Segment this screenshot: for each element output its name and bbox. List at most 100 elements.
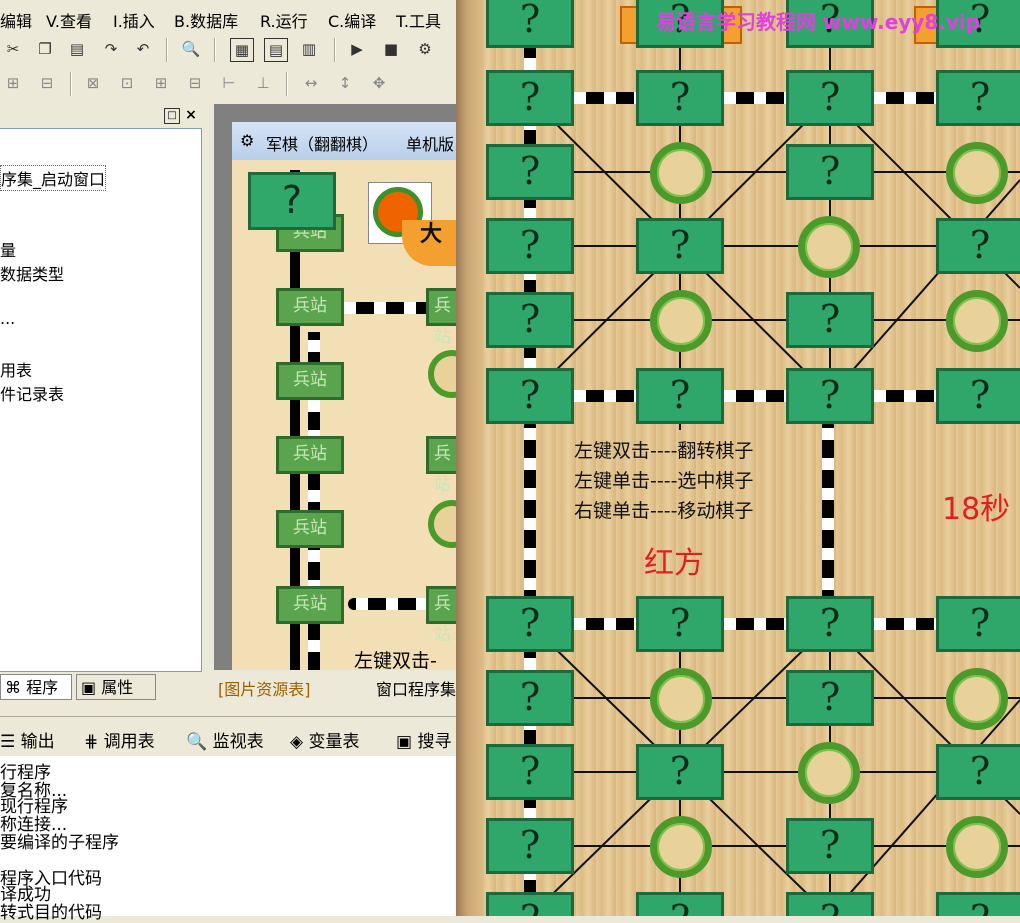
align-middle-icon[interactable]: ⊡ <box>116 72 138 94</box>
station-piece[interactable]: 兵站 <box>276 586 344 624</box>
unknown-piece[interactable]: ? <box>936 368 1020 424</box>
unknown-piece[interactable]: ? <box>486 744 574 800</box>
tree-item[interactable]: ... <box>0 309 15 328</box>
unknown-piece[interactable]: ? <box>936 744 1020 800</box>
unknown-piece[interactable]: ? <box>936 892 1020 916</box>
camp[interactable] <box>946 142 1008 204</box>
copy-icon[interactable]: ❐ <box>34 38 56 60</box>
tab-watch[interactable]: 🔍 监视表 <box>186 727 264 752</box>
unknown-piece[interactable]: ? <box>486 144 574 200</box>
unknown-piece[interactable]: ? <box>486 818 574 874</box>
hint-right-click: 右键单击----移动棋子 <box>574 500 754 522</box>
station-piece[interactable]: 兵站 <box>426 586 456 645</box>
tab-output[interactable]: ☰ 输出 <box>0 727 55 752</box>
unknown-piece[interactable]: ? <box>486 596 574 652</box>
station-piece[interactable]: 兵站 <box>276 288 344 326</box>
unknown-piece[interactable]: ? <box>636 368 724 424</box>
station-piece[interactable]: 兵站 <box>276 436 344 474</box>
layout1-icon[interactable]: ▦ <box>230 38 254 62</box>
center-icon[interactable]: ✥ <box>368 72 390 94</box>
unknown-piece[interactable]: ? <box>786 368 874 424</box>
undo-icon[interactable]: ↶ <box>132 38 154 60</box>
unknown-piece[interactable]: ? <box>936 596 1020 652</box>
unknown-piece[interactable]: ? <box>248 172 336 230</box>
unknown-piece[interactable]: ? <box>786 292 874 348</box>
station-piece[interactable]: 兵站 <box>276 510 344 548</box>
compile-icon[interactable]: ⚙ <box>414 38 436 60</box>
menu-edit[interactable]: 编辑 <box>0 8 32 32</box>
unknown-piece[interactable]: ? <box>486 368 574 424</box>
station-piece[interactable]: 兵站 <box>426 288 456 347</box>
menu-run[interactable]: R.运行 <box>260 8 308 32</box>
unknown-piece[interactable]: ? <box>786 70 874 126</box>
tab-program[interactable]: ⌘ 程序 <box>0 674 72 700</box>
camp[interactable] <box>946 816 1008 878</box>
layout3-icon[interactable]: ▥ <box>298 38 320 60</box>
align-bottom-icon[interactable]: ⊞ <box>150 72 172 94</box>
unknown-piece[interactable]: ? <box>786 144 874 200</box>
station-piece[interactable]: 兵站 <box>426 436 456 495</box>
close-icon[interactable]: × <box>184 108 198 122</box>
tree-item[interactable]: 用表 <box>0 357 32 381</box>
space-h-icon[interactable]: ⊢ <box>218 72 240 94</box>
cut-icon[interactable]: ✂ <box>2 38 24 60</box>
menu-database[interactable]: B.数据库 <box>174 8 238 32</box>
station-piece[interactable]: 兵站 <box>276 362 344 400</box>
align-top-icon[interactable]: ⊠ <box>82 72 104 94</box>
unknown-piece[interactable]: ? <box>636 596 724 652</box>
camp[interactable] <box>798 216 860 278</box>
tree-item[interactable]: 件记录表 <box>0 381 64 405</box>
unknown-piece[interactable]: ? <box>936 218 1020 274</box>
layout2-icon[interactable]: ▤ <box>264 38 288 62</box>
tree-item[interactable]: 量 <box>0 237 16 261</box>
camp[interactable] <box>650 290 712 352</box>
menu-tools[interactable]: T.工具 <box>396 8 441 32</box>
run-icon[interactable]: ▶ <box>346 38 368 60</box>
same-width-icon[interactable]: ⊟ <box>184 72 206 94</box>
menu-compile[interactable]: C.编译 <box>328 8 376 32</box>
space-v-icon[interactable]: ⊥ <box>252 72 274 94</box>
tab-variables[interactable]: ◈ 变量表 <box>290 727 359 752</box>
tab-image-resources[interactable]: [图片资源表] <box>218 676 311 700</box>
unknown-piece[interactable]: ? <box>786 818 874 874</box>
unknown-piece[interactable]: ? <box>486 218 574 274</box>
unknown-piece[interactable]: ? <box>636 70 724 126</box>
find-icon[interactable]: 🔍 <box>180 38 202 60</box>
unknown-piece[interactable]: ? <box>786 670 874 726</box>
align-center-icon[interactable]: ⊟ <box>36 72 58 94</box>
unknown-piece[interactable]: ? <box>636 218 724 274</box>
tab-properties[interactable]: ▣ 属性 <box>76 674 156 700</box>
stretch-v-icon[interactable]: ↕ <box>334 72 356 94</box>
stretch-h-icon[interactable]: ↔ <box>300 72 322 94</box>
unknown-piece[interactable]: ? <box>486 292 574 348</box>
unknown-piece[interactable]: ? <box>786 596 874 652</box>
stop-icon[interactable]: ■ <box>380 38 402 60</box>
unknown-piece[interactable]: ? <box>486 670 574 726</box>
camp[interactable] <box>650 668 712 730</box>
unknown-piece[interactable]: ? <box>636 744 724 800</box>
tab-search[interactable]: ▣ 搜寻 <box>396 727 451 752</box>
restore-icon[interactable]: □ <box>164 108 180 124</box>
unknown-piece[interactable]: ? <box>636 892 724 916</box>
paste-icon[interactable]: ▤ <box>66 38 88 60</box>
camp[interactable] <box>946 668 1008 730</box>
camp[interactable] <box>798 742 860 804</box>
unknown-piece[interactable]: ? <box>486 892 574 916</box>
menu-insert[interactable]: I.插入 <box>113 8 155 32</box>
unknown-piece[interactable]: ? <box>786 892 874 916</box>
tree-item[interactable]: 序集_启动窗口 <box>0 165 107 191</box>
unknown-piece[interactable]: ? <box>486 0 574 48</box>
tree-item[interactable]: 数据类型 <box>0 261 64 285</box>
menu-view[interactable]: V.查看 <box>46 8 92 32</box>
camp[interactable] <box>650 142 712 204</box>
game-board[interactable]: ? ? ? ? ? ? ? ? ? ? ? ? ? ? ? ? ? ? ? 左键… <box>456 0 1020 916</box>
tab-call-table[interactable]: ⋕ 调用表 <box>84 727 155 752</box>
tab-watch-label: 监视表 <box>212 732 264 752</box>
unknown-piece[interactable]: ? <box>486 70 574 126</box>
camp[interactable] <box>946 290 1008 352</box>
redo-icon[interactable]: ↷ <box>100 38 122 60</box>
align-left-icon[interactable]: ⊞ <box>2 72 24 94</box>
camp[interactable] <box>650 816 712 878</box>
tab-window-program-set[interactable]: 窗口程序集 <box>376 676 456 700</box>
unknown-piece[interactable]: ? <box>936 70 1020 126</box>
